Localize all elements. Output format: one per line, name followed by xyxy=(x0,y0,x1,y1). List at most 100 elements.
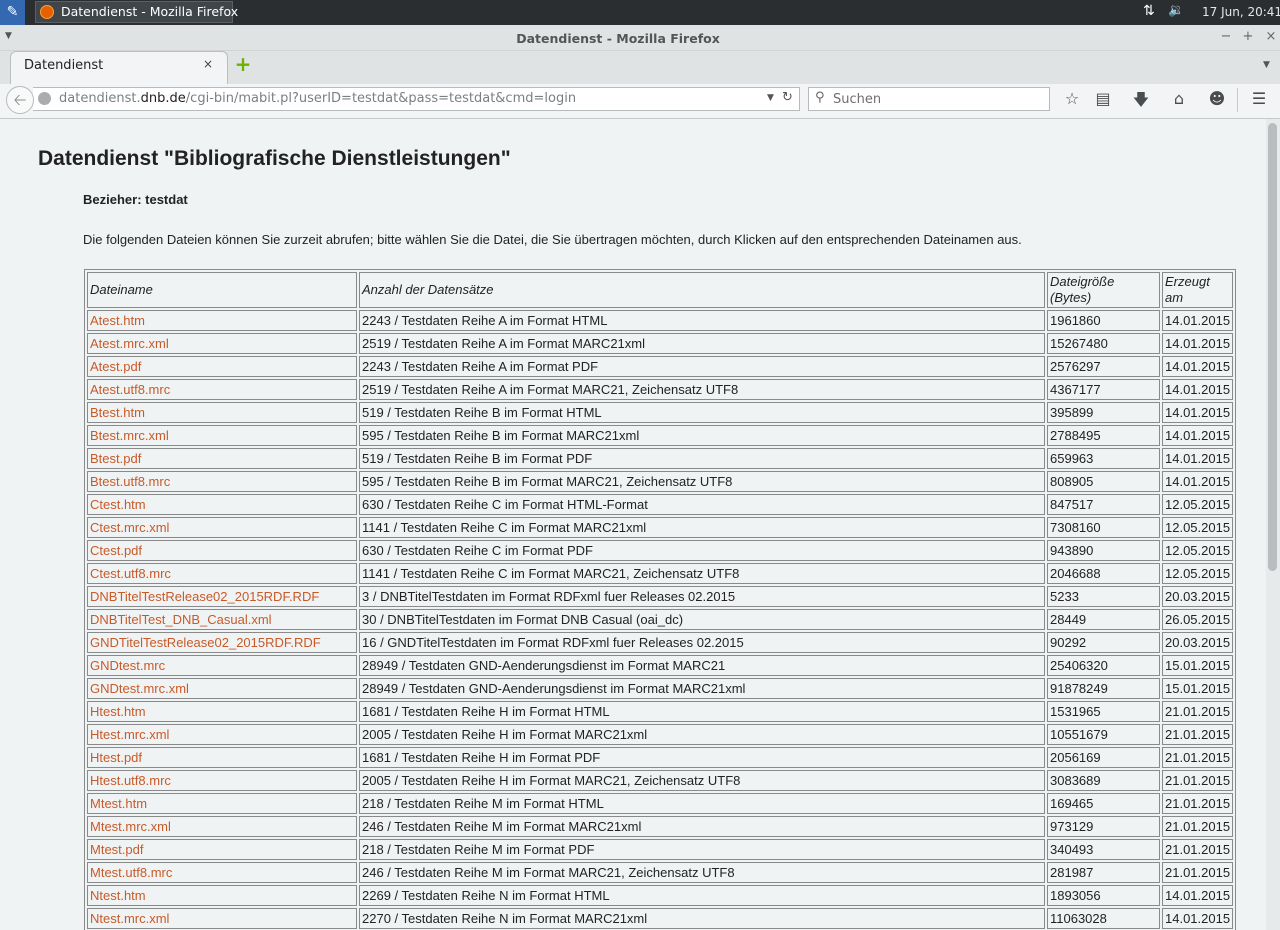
file-size-cell: 340493 xyxy=(1047,839,1160,860)
maximize-button[interactable]: + xyxy=(1241,29,1255,44)
file-size-cell: 11063028 xyxy=(1047,908,1160,929)
file-download-link[interactable]: GNDtest.mrc xyxy=(90,658,165,673)
created-date-cell: 21.01.2015 xyxy=(1162,724,1233,745)
created-date-cell: 12.05.2015 xyxy=(1162,563,1233,584)
file-size-cell: 1961860 xyxy=(1047,310,1160,331)
volume-icon[interactable]: 🔉 xyxy=(1168,3,1184,18)
file-name-cell: DNBTitelTest_DNB_Casual.xml xyxy=(87,609,357,630)
vertical-scrollbar[interactable] xyxy=(1266,119,1280,930)
file-download-link[interactable]: Atest.htm xyxy=(90,313,145,328)
created-date-cell: 14.01.2015 xyxy=(1162,908,1233,929)
file-download-link[interactable]: Htest.utf8.mrc xyxy=(90,773,171,788)
table-row: Btest.pdf 519 / Testdaten Reihe B im Form… xyxy=(87,448,1233,469)
file-name-cell: Btest.pdf xyxy=(87,448,357,469)
url-history-dropdown-icon[interactable]: ▼ xyxy=(767,93,774,103)
table-row: Ctest.mrc.xml 1141 / Testdaten Reihe C im… xyxy=(87,517,1233,538)
file-name-cell: GNDtest.mrc xyxy=(87,655,357,676)
tab-datendienst[interactable]: Datendienst × xyxy=(10,51,228,84)
clock[interactable]: 17 Jun, 20:41 xyxy=(1202,5,1280,19)
file-download-link[interactable]: Btest.pdf xyxy=(90,451,141,466)
hamburger-menu-icon[interactable]: ☰ xyxy=(1248,89,1270,108)
back-button[interactable]: 🡠 xyxy=(6,86,34,114)
file-download-link[interactable]: Ntest.mrc.xml xyxy=(90,911,169,926)
network-icon[interactable]: ⇅ xyxy=(1143,3,1155,19)
file-download-link[interactable]: Atest.mrc.xml xyxy=(90,336,169,351)
files-table: Dateiname Anzahl der Datensätze Dateigrö… xyxy=(84,269,1236,930)
file-download-link[interactable]: Btest.mrc.xml xyxy=(90,428,169,443)
star-icon[interactable]: ☆ xyxy=(1061,89,1083,108)
scrollbar-thumb[interactable] xyxy=(1268,123,1277,571)
file-size-cell: 90292 xyxy=(1047,632,1160,653)
column-header-filename: Dateiname xyxy=(87,272,357,308)
file-name-cell: Btest.utf8.mrc xyxy=(87,471,357,492)
file-download-link[interactable]: Ctest.pdf xyxy=(90,543,142,558)
file-download-link[interactable]: Ctest.utf8.mrc xyxy=(90,566,171,581)
file-download-link[interactable]: DNBTitelTestRelease02_2015RDF.RDF xyxy=(90,589,319,604)
file-download-link[interactable]: DNBTitelTest_DNB_Casual.xml xyxy=(90,612,272,627)
file-download-link[interactable]: Ctest.htm xyxy=(90,497,146,512)
record-count-cell: 246 / Testdaten Reihe M im Format MARC21… xyxy=(359,862,1045,883)
file-download-link[interactable]: Htest.mrc.xml xyxy=(90,727,169,742)
column-header-record-count: Anzahl der Datensätze xyxy=(359,272,1045,308)
table-row: Ctest.pdf 630 / Testdaten Reihe C im Form… xyxy=(87,540,1233,561)
file-download-link[interactable]: Htest.pdf xyxy=(90,750,142,765)
table-row: Mtest.utf8.mrc 246 / Testdaten Reihe M im… xyxy=(87,862,1233,883)
file-download-link[interactable]: Mtest.pdf xyxy=(90,842,143,857)
table-row: Btest.mrc.xml 595 / Testdaten Reihe B im … xyxy=(87,425,1233,446)
column-header-file-size: Dateigröße (Bytes) xyxy=(1047,272,1160,308)
search-bar[interactable]: ⚲ Suchen xyxy=(808,87,1050,111)
file-size-cell: 169465 xyxy=(1047,793,1160,814)
file-size-cell: 2046688 xyxy=(1047,563,1160,584)
chat-icon[interactable]: ☻ xyxy=(1206,89,1228,108)
window-title: Datendienst - Mozilla Firefox xyxy=(516,31,720,46)
file-download-link[interactable]: GNDTitelTestRelease02_2015RDF.RDF xyxy=(90,635,321,650)
back-arrow-icon: 🡠 xyxy=(13,90,27,109)
download-icon[interactable]: 🡇 xyxy=(1130,89,1152,116)
new-tab-button[interactable]: + xyxy=(233,54,253,74)
file-download-link[interactable]: Mtest.htm xyxy=(90,796,147,811)
app-launcher-icon[interactable]: ✎ xyxy=(0,0,25,25)
file-download-link[interactable]: Ctest.mrc.xml xyxy=(90,520,169,535)
subscriber-label: Bezieher: testdat xyxy=(83,192,188,207)
created-date-cell: 21.01.2015 xyxy=(1162,770,1233,791)
page-title: Datendienst "Bibliografische Dienstleist… xyxy=(38,147,511,170)
file-download-link[interactable]: GNDtest.mrc.xml xyxy=(90,681,189,696)
tab-close-icon[interactable]: × xyxy=(203,57,213,71)
clipboard-icon[interactable]: ▤ xyxy=(1092,89,1114,108)
record-count-cell: 2243 / Testdaten Reihe A im Format PDF xyxy=(359,356,1045,377)
home-icon[interactable]: ⌂ xyxy=(1168,89,1190,108)
minimize-button[interactable]: − xyxy=(1219,29,1233,44)
file-download-link[interactable]: Mtest.mrc.xml xyxy=(90,819,171,834)
file-name-cell: Htest.pdf xyxy=(87,747,357,768)
file-size-cell: 973129 xyxy=(1047,816,1160,837)
tab-list-icon[interactable]: ▼ xyxy=(1263,60,1270,70)
record-count-cell: 519 / Testdaten Reihe B im Format HTML xyxy=(359,402,1045,423)
url-bar[interactable]: datendienst.dnb.de/cgi-bin/mabit.pl?user… xyxy=(33,87,800,111)
record-count-cell: 16 / GNDTitelTestdaten im Format RDFxml … xyxy=(359,632,1045,653)
file-download-link[interactable]: Mtest.utf8.mrc xyxy=(90,865,172,880)
created-date-cell: 21.01.2015 xyxy=(1162,701,1233,722)
table-row: Mtest.htm 218 / Testdaten Reihe M im Form… xyxy=(87,793,1233,814)
url-text[interactable]: datendienst.dnb.de/cgi-bin/mabit.pl?user… xyxy=(59,91,576,106)
file-name-cell: Ntest.mrc.xml xyxy=(87,908,357,929)
file-download-link[interactable]: Atest.pdf xyxy=(90,359,141,374)
taskbar-window-button[interactable]: Datendienst - Mozilla Firefox xyxy=(35,1,238,23)
file-download-link[interactable]: Atest.utf8.mrc xyxy=(90,382,170,397)
file-name-cell: GNDtest.mrc.xml xyxy=(87,678,357,699)
file-download-link[interactable]: Btest.htm xyxy=(90,405,145,420)
file-download-link[interactable]: Btest.utf8.mrc xyxy=(90,474,170,489)
file-download-link[interactable]: Htest.htm xyxy=(90,704,146,719)
record-count-cell: 218 / Testdaten Reihe M im Format HTML xyxy=(359,793,1045,814)
table-row: Htest.htm 1681 / Testdaten Reihe H im For… xyxy=(87,701,1233,722)
file-size-cell: 28449 xyxy=(1047,609,1160,630)
page-content: Datendienst "Bibliografische Dienstleist… xyxy=(0,119,1266,930)
file-name-cell: Mtest.utf8.mrc xyxy=(87,862,357,883)
created-date-cell: 14.01.2015 xyxy=(1162,356,1233,377)
file-download-link[interactable]: Ntest.htm xyxy=(90,888,146,903)
created-date-cell: 12.05.2015 xyxy=(1162,540,1233,561)
close-window-button[interactable]: × xyxy=(1264,29,1278,44)
file-name-cell: Ntest.htm xyxy=(87,885,357,906)
file-size-cell: 15267480 xyxy=(1047,333,1160,354)
reload-icon[interactable]: ↻ xyxy=(782,90,793,105)
taskbar-window-label: Datendienst - Mozilla Firefox xyxy=(61,4,239,19)
